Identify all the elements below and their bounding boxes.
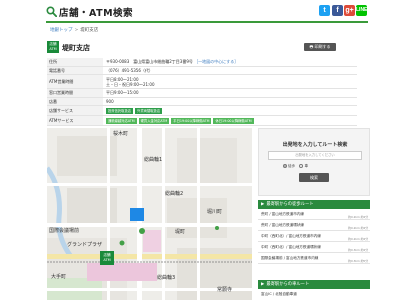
info-label: ATM営業時間 (47, 75, 103, 88)
car-icon: ▶ (261, 282, 265, 287)
map-label: 総曲輪1 (144, 157, 163, 163)
route-search-button[interactable]: 検索 (299, 173, 329, 182)
header-divider (46, 21, 368, 23)
station-row[interactable]: 中町（西町北）/ 富山地方鉄道環状線 約0.3km 約4分 (258, 242, 370, 253)
atm-services-tags: 通帳繰越対応ATM 硬貨入金対応ATM 平日19:00以降稼働ATM 休日19:… (106, 117, 254, 124)
station-name: 荒町 / 富山地方鉄道環状線 (261, 223, 305, 227)
map-label: 堀川町 (207, 209, 223, 215)
route-search-panel: 出発地を入力してルート検索 出発地を入力してください 徒歩 車 検索 (258, 128, 370, 196)
map-label: 堤町 (175, 229, 186, 235)
station-name: 中町（西町北）/ 富山地方鉄道市内線 (261, 234, 321, 238)
breadcrumb-current: 堤町支店 (80, 28, 99, 33)
walk-icon: ▶ (261, 202, 265, 207)
info-row-phone: 電話番号 （076）491-5356（代） (47, 66, 357, 75)
center-map-link[interactable]: ［一地図の中心にする］ (194, 59, 238, 64)
breadcrumb-home-link[interactable]: 地銀トップ (50, 28, 73, 33)
info-row-address: 住所 〒930-0083 富山県富山市総曲輪2丁目3番9号 ［一地図の中心にする… (47, 58, 357, 67)
route-mode-options: 徒歩 車 (283, 164, 308, 169)
service-tag: 通帳繰越対応ATM (106, 117, 137, 124)
info-row-store-services: 店舗サービス 投資信託取扱店 外貨両替取扱店 (47, 106, 357, 116)
walk-route-header: ▶ 最寄駅からの徒歩ルート (258, 200, 370, 209)
service-tag: 外貨両替取扱店 (135, 107, 163, 114)
map-label: 総曲輪2 (165, 191, 184, 197)
map-label: 総曲輪3 (157, 275, 176, 281)
service-tag: 投資信託取扱店 (106, 107, 134, 114)
map-label: 常願寺 (217, 287, 233, 293)
info-label: 窓口営業時間 (47, 89, 103, 97)
map-label: 国際会議場前 (49, 228, 80, 234)
station-row[interactable]: 荒町 / 富山地方鉄道市内線 約0.2km 約4分 (258, 209, 370, 220)
station-name: 荒町 / 富山地方鉄道市内線 (261, 212, 305, 216)
walk-label: 徒歩 (288, 164, 295, 168)
store-map-marker[interactable]: 店舗 ATM (101, 253, 113, 263)
page-title: 店舗・ATM検索 (59, 8, 134, 19)
page: 店舗・ATM検索 t f g+ LINE 地銀トップ > 堤町支店 店舗 ATM 堤… (0, 0, 400, 300)
store-map[interactable]: 桜木町 総曲輪1 総曲輪2 堤町 大手町 総曲輪3 国際会議場前 グランドプラザ… (47, 128, 252, 300)
car-route-title: 最寄駅からの車ルート (266, 282, 310, 287)
info-label: 店舗サービス (47, 106, 103, 115)
car-label: 車 (304, 164, 308, 168)
address-value: 〒930-0083 富山県富山市総曲輪2丁目3番9号 ［一地図の中心にする］ (106, 58, 238, 66)
facebook-share-button[interactable]: f (332, 5, 343, 16)
print-button[interactable]: 🖶 印刷する (304, 43, 336, 51)
info-row-store-number: 店番 900 (47, 97, 357, 106)
station-distance: 約0.3km 約5分 (348, 259, 368, 263)
station-row[interactable]: 国際会議場前 / 富山地方鉄道市内線 約0.3km 約5分 (258, 253, 370, 264)
walk-route-title: 最寄駅からの徒歩ルート (266, 202, 314, 207)
badge-atm-text: ATM (49, 47, 57, 51)
service-tag: 休日19:00以降稼働ATM (213, 117, 254, 124)
store-number-value: 900 (106, 98, 114, 104)
walk-radio[interactable] (283, 164, 287, 168)
station-name: 国際会議場前 / 富山地方鉄道市内線 (261, 256, 319, 260)
info-label: 店番 (47, 97, 103, 105)
store-atm-badge: 店舗 ATM (47, 41, 59, 53)
info-row-counter-hours: 窓口営業時間 平日9:00～15:00 (47, 89, 357, 98)
store-info-table: 住所 〒930-0083 富山県富山市総曲輪2丁目3番9号 ［一地図の中心にする… (47, 58, 357, 126)
search-icon (46, 6, 57, 17)
atm-hours-value: 平日8:00～21:00 土・日・祝日9:00～21:00 (106, 77, 155, 87)
ic-route-item[interactable]: 富山IC / 北陸自動車道 (261, 292, 297, 297)
phone-value: （076）491-5356（代） (106, 67, 153, 73)
twitter-share-button[interactable]: t (319, 5, 330, 16)
station-distance: 約0.2km 約4分 (348, 215, 368, 219)
googleplus-share-button[interactable]: g+ (344, 5, 355, 16)
car-route-header: ▶ 最寄駅からの車ルート (258, 280, 370, 289)
marker-atm-text: ATM (103, 258, 111, 262)
store-name: 堤町支店 (62, 44, 90, 52)
station-list: 荒町 / 富山地方鉄道市内線 約0.2km 約4分 荒町 / 富山地方鉄道環状線… (258, 209, 370, 264)
info-row-atm-services: ATMサービス 通帳繰越対応ATM 硬貨入金対応ATM 平日19:00以降稼働A… (47, 116, 357, 126)
map-label: 大手町 (51, 274, 67, 280)
store-services-tags: 投資信託取扱店 外貨両替取扱店 (106, 107, 163, 114)
route-search-title: 出発地を入力してルート検索 (282, 142, 348, 148)
station-distance: 約0.2km 約4分 (348, 226, 368, 230)
station-name: 中町（西町北）/ 富山地方鉄道環状線 (261, 245, 321, 249)
map-label: 桜木町 (113, 131, 129, 137)
station-distance: 約0.3km 約4分 (348, 248, 368, 252)
info-row-atm-hours: ATM営業時間 平日8:00～21:00 土・日・祝日9:00～21:00 (47, 75, 357, 89)
print-label: 印刷する (314, 44, 331, 49)
service-tag: 硬貨入金対応ATM (138, 117, 170, 124)
address-text: 〒930-0083 富山県富山市総曲輪2丁目3番9号 (106, 59, 193, 64)
info-label: 住所 (47, 58, 103, 66)
station-row[interactable]: 中町（西町北）/ 富山地方鉄道市内線 約0.2km 約4分 (258, 231, 370, 242)
line-share-button[interactable]: LINE (356, 5, 367, 16)
counter-hours-value: 平日9:00～15:00 (106, 90, 139, 95)
departure-input[interactable]: 出発地を入力してください (268, 151, 362, 160)
breadcrumb: 地銀トップ > 堤町支店 (50, 27, 98, 33)
breadcrumb-separator: > (74, 28, 79, 33)
header: 店舗・ATM検索 t f g+ LINE (0, 0, 400, 24)
service-tag: 平日19:00以降稼働ATM (171, 117, 212, 124)
station-row[interactable]: 荒町 / 富山地方鉄道環状線 約0.2km 約4分 (258, 220, 370, 231)
info-label: 電話番号 (47, 66, 103, 74)
info-label: ATMサービス (47, 116, 103, 125)
car-radio[interactable] (299, 164, 304, 168)
atm-hours-weekend: 土・日・祝日9:00～21:00 (106, 81, 155, 87)
station-distance: 約0.2km 約4分 (348, 237, 368, 241)
map-label: グランドプラザ (67, 242, 103, 248)
